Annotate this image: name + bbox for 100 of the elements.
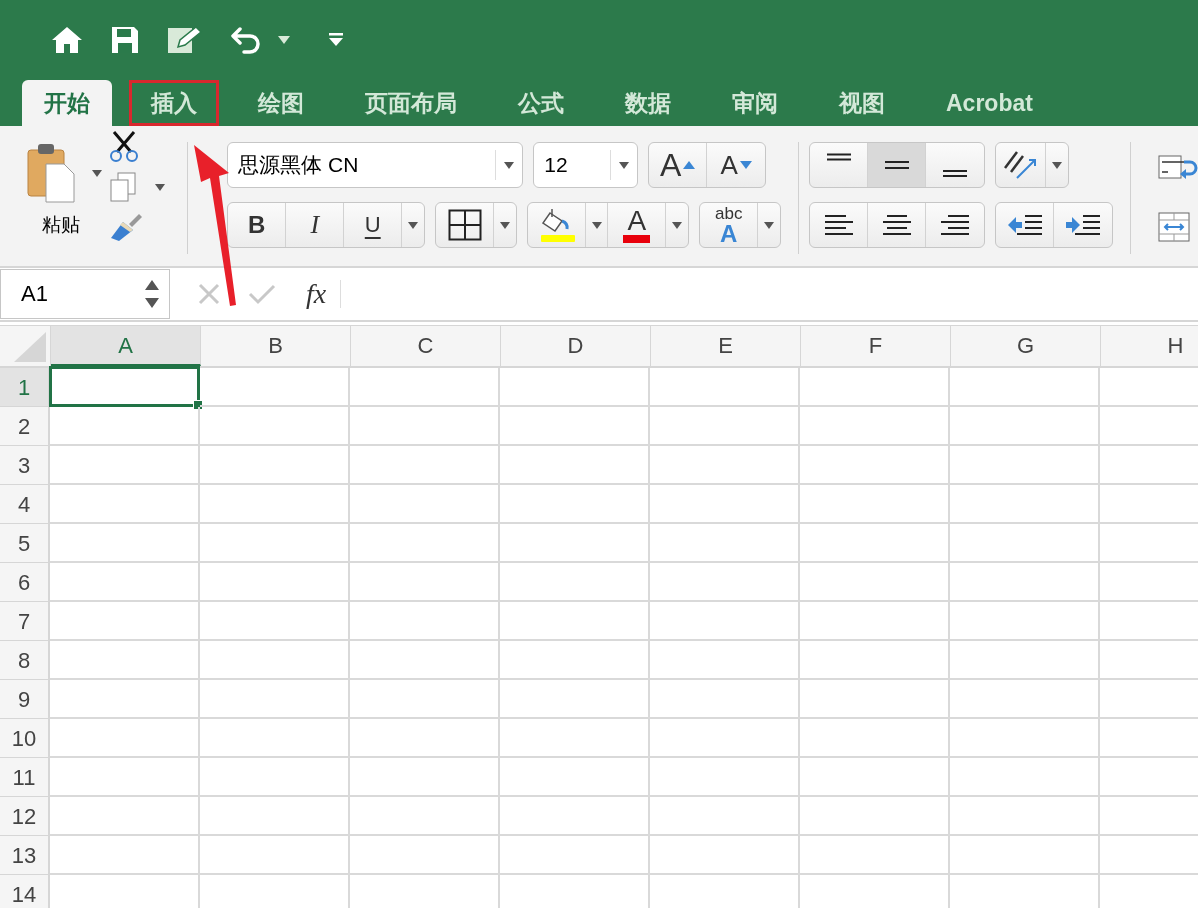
grid-cell[interactable] bbox=[950, 446, 1100, 485]
name-box[interactable]: A1 bbox=[0, 269, 170, 319]
grid-cell[interactable] bbox=[200, 680, 350, 719]
grid-cell[interactable] bbox=[500, 641, 650, 680]
grid-cell[interactable] bbox=[50, 758, 200, 797]
vertical-align-button[interactable] bbox=[868, 143, 927, 187]
grid-cell[interactable] bbox=[650, 836, 800, 875]
grid-cell[interactable] bbox=[800, 602, 950, 641]
row-header[interactable]: 6 bbox=[0, 563, 50, 602]
grid-cell[interactable] bbox=[650, 719, 800, 758]
column-header[interactable]: C bbox=[351, 326, 501, 366]
grid-cell[interactable] bbox=[200, 758, 350, 797]
grid-cell[interactable] bbox=[350, 758, 500, 797]
grid-cell[interactable] bbox=[950, 836, 1100, 875]
text-style-button[interactable]: abc A bbox=[700, 203, 759, 247]
column-header[interactable]: F bbox=[801, 326, 951, 366]
italic-button[interactable]: I bbox=[286, 203, 345, 247]
grid-cell[interactable] bbox=[200, 485, 350, 524]
grid-cell[interactable] bbox=[950, 485, 1100, 524]
grid-cell[interactable] bbox=[200, 602, 350, 641]
grid-cell[interactable] bbox=[50, 446, 200, 485]
check-icon[interactable] bbox=[248, 283, 276, 305]
grid-cell[interactable] bbox=[800, 641, 950, 680]
ribbon-tab[interactable]: 审阅 bbox=[710, 80, 800, 126]
row-header[interactable]: 14 bbox=[0, 875, 50, 908]
grid-cell[interactable] bbox=[650, 563, 800, 602]
customize-icon[interactable] bbox=[328, 33, 344, 47]
grid-cell[interactable] bbox=[650, 680, 800, 719]
paste-label[interactable]: 粘贴 bbox=[26, 212, 105, 238]
grid-cell[interactable] bbox=[50, 602, 200, 641]
grid-cell[interactable] bbox=[50, 797, 200, 836]
grid-cell[interactable] bbox=[350, 719, 500, 758]
ribbon-tab[interactable]: 绘图 bbox=[236, 80, 326, 126]
grid-cell[interactable] bbox=[50, 719, 200, 758]
grid-cell[interactable] bbox=[350, 368, 500, 407]
font-size-dropdown[interactable]: 12 bbox=[533, 142, 639, 188]
row-header[interactable]: 8 bbox=[0, 641, 50, 680]
grid-cell[interactable] bbox=[950, 719, 1100, 758]
grid-cell[interactable] bbox=[650, 368, 800, 407]
row-header[interactable]: 7 bbox=[0, 602, 50, 641]
grid-cell[interactable] bbox=[350, 563, 500, 602]
grid-cell[interactable] bbox=[800, 407, 950, 446]
row-header[interactable]: 2 bbox=[0, 407, 50, 446]
grid-cell[interactable] bbox=[650, 485, 800, 524]
grid-cell[interactable] bbox=[950, 758, 1100, 797]
grid-cell[interactable] bbox=[500, 407, 650, 446]
row-header[interactable]: 9 bbox=[0, 680, 50, 719]
row-header[interactable]: 10 bbox=[0, 719, 50, 758]
grid-cell[interactable] bbox=[200, 563, 350, 602]
row-header[interactable]: 5 bbox=[0, 524, 50, 563]
grid-cell[interactable] bbox=[950, 524, 1100, 563]
ribbon-tab[interactable]: 公式 bbox=[496, 80, 586, 126]
copy-icon[interactable] bbox=[108, 172, 137, 202]
grid-cell[interactable] bbox=[50, 563, 200, 602]
grid-cell[interactable] bbox=[200, 719, 350, 758]
grid-cell[interactable] bbox=[350, 524, 500, 563]
scissors-icon[interactable] bbox=[108, 130, 139, 162]
insert-function-button[interactable]: fx bbox=[306, 278, 327, 310]
caret-icon[interactable] bbox=[92, 169, 102, 177]
grid-cell[interactable] bbox=[50, 524, 200, 563]
increase-font-button[interactable]: A bbox=[649, 143, 708, 187]
grid-cell[interactable] bbox=[350, 680, 500, 719]
column-header[interactable]: A bbox=[51, 326, 201, 366]
grid-cell[interactable] bbox=[500, 524, 650, 563]
grid-cell[interactable] bbox=[650, 797, 800, 836]
grid-cell[interactable] bbox=[500, 485, 650, 524]
ribbon-tab[interactable]: 开始 bbox=[22, 80, 112, 126]
grid-cell[interactable] bbox=[650, 524, 800, 563]
grid-cell[interactable] bbox=[500, 368, 650, 407]
column-header[interactable]: B bbox=[201, 326, 351, 366]
column-header[interactable]: D bbox=[501, 326, 651, 366]
column-header[interactable]: E bbox=[651, 326, 801, 366]
grid-cell[interactable] bbox=[800, 797, 950, 836]
grid-cell[interactable] bbox=[950, 680, 1100, 719]
grid-cell[interactable] bbox=[500, 680, 650, 719]
grid-cell[interactable] bbox=[200, 524, 350, 563]
grid-cell[interactable] bbox=[950, 602, 1100, 641]
grid-cell[interactable] bbox=[800, 368, 950, 407]
grid-cell[interactable] bbox=[950, 563, 1100, 602]
ribbon-tab[interactable]: Acrobat bbox=[924, 80, 1055, 126]
grid-cell[interactable] bbox=[50, 641, 200, 680]
grid-cell[interactable] bbox=[50, 407, 200, 446]
grid-cell[interactable] bbox=[500, 836, 650, 875]
row-header[interactable]: 3 bbox=[0, 446, 50, 485]
grid-cell[interactable] bbox=[350, 797, 500, 836]
column-header[interactable]: H bbox=[1101, 326, 1198, 366]
font-color-button[interactable]: A bbox=[608, 203, 667, 247]
grid-cell[interactable] bbox=[650, 641, 800, 680]
grid-cell[interactable] bbox=[800, 836, 950, 875]
grid-cell[interactable] bbox=[500, 758, 650, 797]
save-icon[interactable] bbox=[110, 25, 140, 55]
grid-cell[interactable] bbox=[500, 797, 650, 836]
row-header[interactable]: 12 bbox=[0, 797, 50, 836]
grid-cell[interactable] bbox=[800, 524, 950, 563]
grid-cell[interactable] bbox=[200, 368, 350, 407]
grid-cell[interactable] bbox=[50, 836, 200, 875]
grid-cell[interactable] bbox=[950, 368, 1100, 407]
grid-cell[interactable] bbox=[350, 602, 500, 641]
row-header[interactable]: 4 bbox=[0, 485, 50, 524]
grid-cell[interactable] bbox=[200, 797, 350, 836]
